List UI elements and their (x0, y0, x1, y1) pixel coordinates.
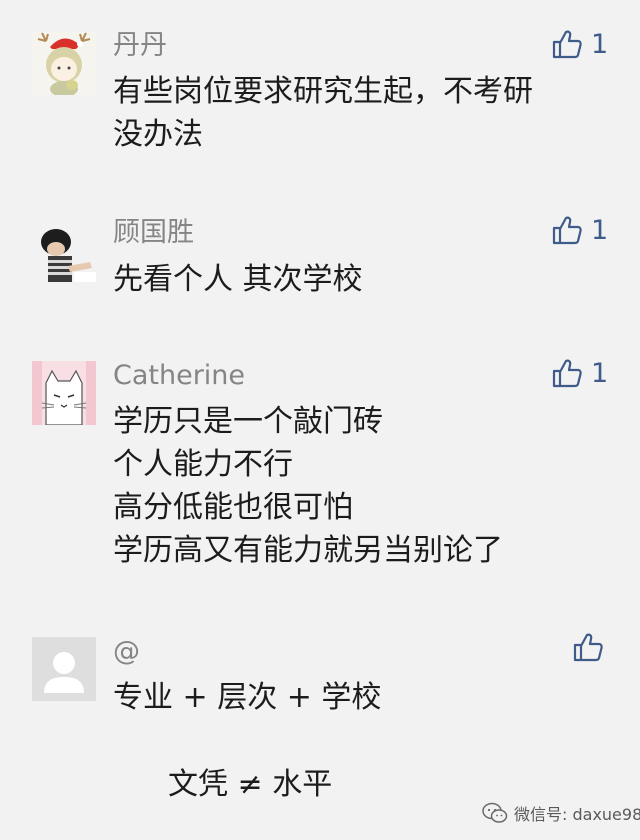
comment-author[interactable]: @ (113, 638, 140, 665)
comment-line: 文凭 ≠ 水平 (168, 767, 333, 802)
comment-line: 学历高又有能力就另当别论了 (113, 533, 503, 568)
thumbs-up-icon (552, 30, 582, 59)
wechat-icon (482, 802, 508, 823)
comment-author[interactable]: 丹丹 (113, 32, 167, 59)
like-count: 1 (591, 28, 609, 60)
comment-line: 有些岗位要求研究生起，不考研 (113, 74, 533, 109)
comment-line: 专业 + 层次 + 学校 (113, 680, 382, 715)
like-count: 1 (591, 214, 609, 246)
watermark-text: 微信号: daxue985 (514, 805, 640, 824)
comment-line: 个人能力不行 (113, 447, 293, 482)
watermark: 微信号: daxue985 (482, 799, 640, 827)
thumbs-up-icon (552, 359, 582, 388)
default-user-avatar-icon (32, 637, 96, 701)
like-button[interactable] (572, 630, 612, 664)
comment-author[interactable]: 顾国胜 (113, 219, 194, 246)
comment-line: 高分低能也很可怕 (113, 490, 353, 525)
comment-text: 有些岗位要求研究生起，不考研 没办法 (113, 70, 533, 156)
avatar[interactable] (32, 218, 96, 282)
thumbs-up-icon (573, 633, 603, 662)
comment-author[interactable]: Catherine (113, 362, 245, 389)
cartoon-cat-avatar-icon (32, 361, 96, 425)
comment-text: 文凭 ≠ 水平 (168, 763, 332, 806)
comment-line: 先看个人 其次学校 (113, 262, 363, 297)
anime-christmas-avatar-icon (32, 31, 96, 95)
person-photo-avatar-icon (32, 218, 96, 282)
comment-text: 专业 + 层次 + 学校 (113, 676, 381, 719)
like-button[interactable]: 1 (551, 356, 608, 390)
comment-line: 没办法 (113, 117, 203, 152)
avatar[interactable] (32, 637, 96, 701)
comment-line: 学历只是一个敲门砖 (113, 404, 383, 439)
thumbs-up-icon (552, 216, 582, 245)
like-count: 1 (591, 357, 609, 389)
avatar[interactable] (32, 361, 96, 425)
like-button[interactable]: 1 (551, 27, 608, 61)
comment-text: 先看个人 其次学校 (113, 258, 363, 301)
like-button[interactable]: 1 (551, 213, 608, 247)
avatar[interactable] (32, 31, 96, 95)
comment-text: 学历只是一个敲门砖 个人能力不行 高分低能也很可怕 学历高又有能力就另当别论了 (113, 400, 503, 572)
